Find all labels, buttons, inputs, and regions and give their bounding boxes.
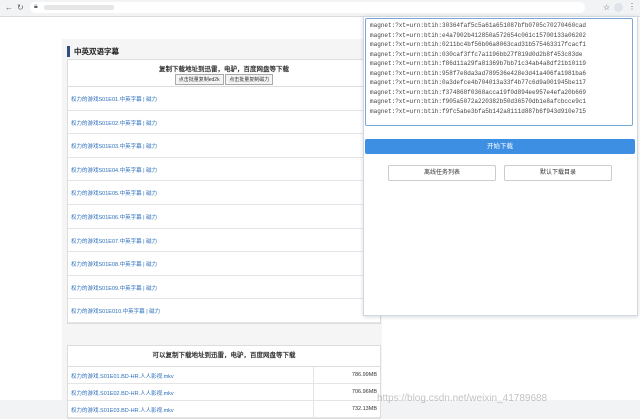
- menu-icon[interactable]: ⋮: [628, 2, 636, 11]
- file-link[interactable]: 权力的游戏.S01E01.BD-HR.人人影视.mkv: [71, 372, 174, 380]
- episode-link[interactable]: 权力的游戏S01E010.中英字幕 | 磁力: [71, 307, 160, 315]
- table-row: 权力的游戏S01E05.中英字幕 | 磁力(7: [68, 181, 380, 205]
- copy-magnet-button[interactable]: 点击批量复制磁力: [225, 74, 274, 85]
- column-divider: [313, 384, 314, 400]
- section-title: 中英双语字幕: [67, 46, 119, 57]
- browser-toolbar: ← ↻ 🔒︎ ☆ ⋮: [0, 0, 640, 17]
- back-icon[interactable]: ←: [5, 3, 13, 12]
- default-dir-button[interactable]: 默认下载目录: [504, 165, 612, 181]
- address-bar[interactable]: 🔒︎: [30, 2, 585, 13]
- episode-link[interactable]: 权力的游戏S01E09.中英字幕 | 磁力: [71, 284, 157, 292]
- episode-link[interactable]: 权力的游戏S01E04.中英字幕 | 磁力: [71, 166, 157, 174]
- subtitle-download-table: 复制下载地址到迅雷，电驴，百度网盘等下载 点击批量复制ed2k 点击批量复制磁力…: [67, 59, 381, 324]
- episode-link[interactable]: 权力的游戏S01E01.中英字幕 | 磁力: [71, 95, 157, 103]
- magnet-line: magnet:?xt=urn:btih:e4a7902b412850a57265…: [370, 31, 587, 39]
- lock-icon: 🔒︎: [34, 3, 38, 10]
- table-heading: 复制下载地址到迅雷，电驴，百度网盘等下载: [159, 66, 289, 73]
- table-row: 权力的游戏S01E09.中英字幕 | 磁力(7: [68, 276, 380, 300]
- offline-tasks-button[interactable]: 离线任务列表: [388, 165, 496, 181]
- table-row: 权力的游戏S01E08.中英字幕 | 磁力(8: [68, 252, 380, 276]
- magnet-line: magnet:?xt=urn:btih:0211bc4bf56b06a8063c…: [370, 41, 587, 48]
- magnet-links-textarea[interactable]: magnet:?xt=urn:btih:30364faf5c5a61a65108…: [365, 18, 633, 126]
- table-row: 权力的游戏.S01E02.BD-HR.人人影视.mkv 706.96MB: [68, 384, 380, 401]
- column-divider: [313, 367, 314, 383]
- magnet-line: magnet:?xt=urn:btih:958f7e8da3ad789536e4…: [370, 69, 587, 77]
- magnet-line: magnet:?xt=urn:btih:f86d11a29fa81369b7bb…: [370, 60, 587, 67]
- episode-link[interactable]: 权力的游戏S01E07.中英字幕 | 磁力: [71, 237, 157, 245]
- table-row: 权力的游戏S01E04.中英字幕 | 磁力(8: [68, 158, 380, 182]
- magnet-line: magnet:?xt=urn:btih:f905a5072a220382b50d…: [370, 98, 587, 105]
- extension-icon[interactable]: [614, 3, 623, 12]
- table-heading: 可以复制下载地址到迅雷，电驴，百度网盘等下载: [68, 346, 380, 367]
- copy-ed2k-button[interactable]: 点击批量复制ed2k: [174, 74, 224, 85]
- table-header: 复制下载地址到迅雷，电驴，百度网盘等下载 点击批量复制ed2k 点击批量复制磁力: [68, 60, 380, 87]
- reload-icon[interactable]: ↻: [17, 3, 24, 12]
- file-link[interactable]: 权力的游戏.S01E02.BD-HR.人人影视.mkv: [71, 389, 174, 397]
- start-download-button[interactable]: 开始下载: [365, 139, 635, 154]
- content-area: 中英双语字幕 复制下载地址到迅雷，电驴，百度网盘等下载 点击批量复制ed2k 点…: [62, 39, 382, 419]
- episode-link[interactable]: 权力的游戏S01E08.中英字幕 | 磁力: [71, 260, 157, 268]
- file-size: 732.13MB: [351, 406, 377, 412]
- magnet-line: magnet:?xt=urn:btih:30364faf5c5a61a65108…: [370, 22, 587, 29]
- magnet-line: magnet:?xt=urn:btih:0a3defce4b704013a33f…: [370, 79, 587, 86]
- magnet-line: magnet:?xt=urn:btih:f374868f0368acca19f0…: [370, 88, 587, 96]
- table-row: 权力的游戏S01E06.中英字幕 | 磁力(7: [68, 205, 380, 229]
- table-row: 权力的游戏S01E01.中英字幕 | 磁力(8: [68, 87, 380, 111]
- bookmark-star-icon[interactable]: ☆: [603, 3, 610, 12]
- file-size: 786.99MB: [351, 372, 377, 378]
- episode-link[interactable]: 权力的游戏S01E06.中英字幕 | 磁力: [71, 213, 157, 221]
- watermark: https://blog.csdn.net/weixin_41789688: [377, 393, 548, 404]
- episode-link[interactable]: 权力的游戏S01E05.中英字幕 | 磁力: [71, 189, 157, 197]
- file-size: 706.96MB: [351, 389, 377, 395]
- magnet-line: magnet:?xt=urn:btih:f9fc5abe3bfa5b142a81…: [370, 107, 587, 115]
- table-row: 权力的游戏S01E03.中英字幕 | 磁力(8: [68, 134, 380, 158]
- episode-link[interactable]: 权力的游戏S01E02.中英字幕 | 磁力: [71, 119, 157, 127]
- file-download-table: 可以复制下载地址到迅雷，电驴，百度网盘等下载 权力的游戏.S01E01.BD-H…: [67, 345, 381, 419]
- column-divider: [313, 401, 314, 417]
- table-row: 权力的游戏.S01E03.BD-HR.人人影视.mkv 732.13MB: [68, 401, 380, 418]
- table-row: 权力的游戏S01E02.中英字幕 | 磁力(7: [68, 111, 380, 135]
- table-row: 权力的游戏.S01E01.BD-HR.人人影视.mkv 786.99MB: [68, 367, 380, 384]
- magnet-line: magnet:?xt=urn:btih:030caf3ffc7a1196bb27…: [370, 50, 583, 58]
- table-row: 权力的游戏S01E010.中英字幕 | 磁力(7: [68, 299, 380, 323]
- table-row: 权力的游戏S01E07.中英字幕 | 磁力(8: [68, 229, 380, 253]
- blurred-url: [44, 5, 114, 10]
- download-panel: magnet:?xt=urn:btih:30364faf5c5a61a65108…: [363, 16, 638, 316]
- episode-link[interactable]: 权力的游戏S01E03.中英字幕 | 磁力: [71, 142, 157, 150]
- file-link[interactable]: 权力的游戏.S01E03.BD-HR.人人影视.mkv: [71, 406, 174, 414]
